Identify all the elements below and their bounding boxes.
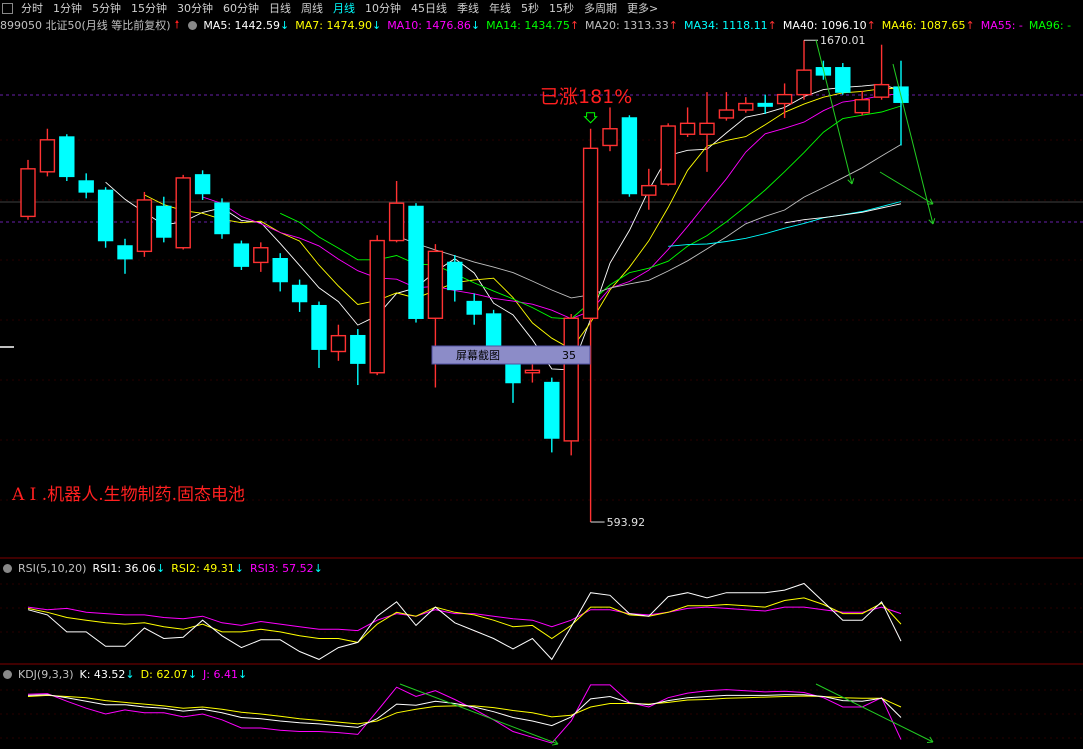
candle-up <box>175 177 191 249</box>
candle-up <box>582 147 599 319</box>
candle-down <box>194 174 211 195</box>
candle-up <box>524 369 541 374</box>
candle-down <box>117 245 133 260</box>
candle-down <box>214 202 230 235</box>
candle-up <box>776 93 793 105</box>
candle-up <box>660 125 676 185</box>
line-ma20 <box>396 144 902 299</box>
grid-lines <box>0 94 1083 739</box>
candle-up <box>563 317 579 442</box>
candle-up <box>641 184 657 196</box>
kdj-k-line <box>27 694 902 728</box>
candle-down <box>835 67 851 93</box>
kdj-lines <box>27 684 902 744</box>
rsi-lines <box>27 582 902 661</box>
candle-down <box>311 304 327 350</box>
candle-down <box>408 205 424 319</box>
candle-up <box>136 199 153 253</box>
kdj-d-line <box>27 694 902 725</box>
line-ma34 <box>668 201 902 247</box>
candle-up <box>388 202 405 242</box>
candle-down <box>485 313 502 350</box>
candle-up <box>854 98 870 114</box>
candle-up <box>679 122 696 135</box>
rsi1-line <box>27 582 902 661</box>
candle-down <box>233 243 250 267</box>
candle-down <box>78 180 94 193</box>
candle-down <box>544 381 560 439</box>
rise-annotation: 已涨181% <box>540 86 632 108</box>
trend-line-2 <box>879 171 934 205</box>
candle-up <box>427 250 444 319</box>
candle-up <box>873 83 890 98</box>
candle-down <box>350 334 366 364</box>
candle-down <box>466 300 482 315</box>
candle-up <box>20 168 36 218</box>
candle-up <box>699 122 715 135</box>
screenshot-tool-value: 35 <box>562 349 576 362</box>
kline-chart[interactable]: 已涨181% A I .机器人.生物制药.固态电池 1670.01 593.92… <box>0 0 1083 749</box>
candle-down <box>59 136 75 178</box>
kdj-j-line <box>27 684 902 744</box>
candle-up <box>39 139 56 173</box>
high-price-label: 1670.01 <box>820 34 866 47</box>
buy-signal-arrow-icon <box>583 112 598 124</box>
candle-up <box>796 69 812 96</box>
candle-down <box>447 261 463 291</box>
candle-down <box>757 102 773 107</box>
line-ma40 <box>784 203 902 224</box>
theme-annotation: A I .机器人.生物制药.固态电池 <box>11 485 245 505</box>
candle-up <box>602 128 618 147</box>
trend-line-4 <box>815 683 934 743</box>
candle-up <box>253 247 269 264</box>
candle-up <box>738 102 754 111</box>
candle-down <box>156 205 172 238</box>
candle-down <box>291 284 308 303</box>
candle-down <box>97 189 114 242</box>
line-ma10 <box>202 93 902 320</box>
candle-up <box>330 334 347 353</box>
candle-down <box>272 258 288 283</box>
screenshot-tool-box[interactable]: 屏幕截图 35 <box>431 345 591 365</box>
low-price-label: 593.92 <box>607 516 646 529</box>
candle-up <box>369 239 385 374</box>
candle-down <box>621 117 638 195</box>
candle-up <box>718 109 735 119</box>
screenshot-tool-label: 屏幕截图 <box>456 348 500 362</box>
